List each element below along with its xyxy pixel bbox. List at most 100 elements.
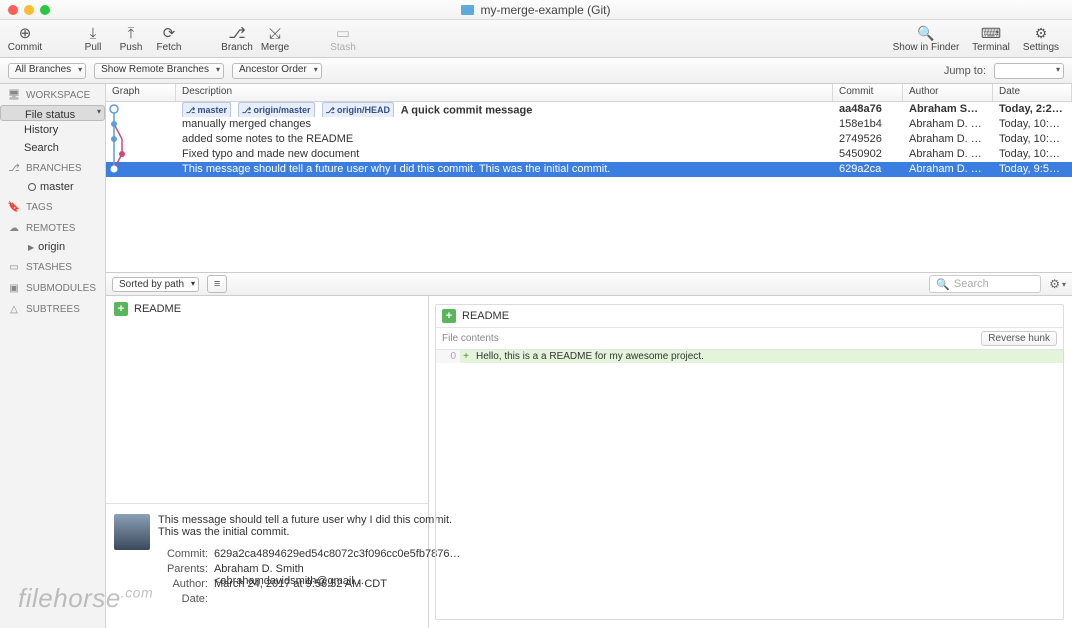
toolbar: ⊕Commit ⤓Pull ⤒Push ⟳Fetch ⎇Branch ⤩Merg…: [0, 20, 1072, 58]
sidebar-item-history[interactable]: History: [0, 121, 105, 139]
ref-tag[interactable]: master: [182, 102, 231, 117]
file-name: README: [134, 303, 181, 315]
diff-line: 0 + Hello, this is a a README for my awe…: [436, 350, 1063, 363]
diff-line-number: 0: [436, 350, 460, 363]
commit-row[interactable]: master origin/master origin/HEAD A quick…: [106, 102, 1072, 117]
diff-file-name: README: [462, 310, 509, 322]
commit-message: This message should tell a future user w…: [176, 162, 833, 177]
close-window-icon[interactable]: [8, 5, 18, 15]
added-icon: +: [442, 309, 456, 323]
remote-branches-select[interactable]: Show Remote Branches: [94, 63, 224, 79]
commit-row[interactable]: Fixed typo and made new document 5450902…: [106, 147, 1072, 162]
commit-list: master origin/master origin/HEAD A quick…: [106, 102, 1072, 272]
commit-button[interactable]: ⊕Commit: [6, 24, 44, 53]
ref-tag[interactable]: origin/HEAD: [322, 102, 394, 117]
sort-select[interactable]: Sorted by path: [112, 277, 199, 292]
label-date: Date:: [158, 593, 208, 608]
workspace-header[interactable]: 🖥WORKSPACE: [0, 84, 105, 105]
commit-graph: [106, 102, 176, 177]
commit-detail-message: This message should tell a future user w…: [158, 514, 461, 538]
fetch-button[interactable]: ⟳Fetch: [150, 24, 188, 53]
col-author[interactable]: Author: [903, 84, 993, 101]
value-commit: 629a2ca4894629ed54c8072c3f096cc0e5fb7876…: [214, 548, 461, 563]
col-date[interactable]: Date: [993, 84, 1072, 101]
commit-list-header: Graph Description Commit Author Date: [106, 84, 1072, 102]
cloud-icon: ☁: [8, 223, 20, 234]
sidebar-item-file-status[interactable]: File status: [0, 105, 105, 121]
value-author: March 24, 2017 at 9:56:52 AM CDT: [214, 578, 461, 593]
jump-to-label: Jump to:: [944, 65, 986, 77]
branches-header[interactable]: ⎇BRANCHES: [0, 157, 105, 178]
label-parents: Parents:: [158, 563, 208, 578]
sidebar-branch-master[interactable]: master: [0, 178, 105, 196]
jump-to-select[interactable]: [994, 63, 1064, 79]
commit-author: Abraham Smith <…: [903, 102, 993, 117]
commit-hash: aa48a76: [833, 102, 903, 117]
label-commit: Commit:: [158, 548, 208, 563]
commit-row-selected[interactable]: This message should tell a future user w…: [106, 162, 1072, 177]
minimize-window-icon[interactable]: [24, 5, 34, 15]
submodule-icon: ▣: [8, 283, 20, 294]
tag-icon: 🔖: [8, 202, 20, 213]
value-date: [214, 593, 461, 608]
sidebar-item-search[interactable]: Search: [0, 139, 105, 157]
filter-row: All Branches Show Remote Branches Ancest…: [0, 58, 1072, 84]
reverse-hunk-button[interactable]: Reverse hunk: [981, 331, 1057, 346]
commit-row[interactable]: manually merged changes 158e1b4Abraham D…: [106, 117, 1072, 132]
col-graph[interactable]: Graph: [106, 84, 176, 101]
show-in-finder-button[interactable]: 🔍Show in Finder: [886, 24, 966, 53]
search-icon: 🔍: [936, 278, 950, 291]
commit-row[interactable]: added some notes to the README 2749526Ab…: [106, 132, 1072, 147]
current-branch-icon: [28, 183, 36, 191]
title-bar: my-merge-example (Git): [0, 0, 1072, 20]
label-author: Author:: [158, 578, 208, 593]
branch-button[interactable]: ⎇Branch: [218, 24, 256, 53]
push-button[interactable]: ⤒Push: [112, 24, 150, 53]
search-input[interactable]: 🔍Search: [929, 275, 1041, 293]
window-title: my-merge-example (Git): [0, 3, 1072, 17]
ancestor-order-select[interactable]: Ancestor Order: [232, 63, 322, 79]
sidebar: 🖥WORKSPACE File status History Search ⎇B…: [0, 84, 106, 628]
settings-button[interactable]: ⚙Settings: [1016, 24, 1066, 53]
file-pane: + README This message should tell a futu…: [106, 296, 429, 628]
tags-header[interactable]: 🔖TAGS: [0, 196, 105, 217]
zoom-window-icon[interactable]: [40, 5, 50, 15]
submodules-header[interactable]: ▣SUBMODULES: [0, 277, 105, 298]
col-description[interactable]: Description: [176, 84, 833, 101]
diff-section-label: File contents: [442, 333, 499, 344]
col-commit[interactable]: Commit: [833, 84, 903, 101]
sidebar-remote-origin[interactable]: ▶origin: [0, 238, 105, 256]
ref-tag[interactable]: origin/master: [238, 102, 314, 117]
branches-filter-select[interactable]: All Branches: [8, 63, 86, 79]
folder-icon: [461, 5, 474, 15]
diff-line-text: Hello, this is a a README for my awesome…: [472, 350, 708, 363]
chevron-down-icon: ▾: [1062, 280, 1066, 289]
gear-icon: ⚙: [1049, 277, 1060, 291]
merge-button[interactable]: ⤩Merge: [256, 24, 294, 53]
stashes-header[interactable]: ▭STASHES: [0, 256, 105, 277]
commit-date: Today, 2:20 PM: [993, 102, 1072, 117]
subtrees-header[interactable]: △SUBTREES: [0, 298, 105, 319]
commit-message: manually merged changes: [176, 117, 833, 132]
mid-toolbar: Sorted by path ≡ 🔍Search ⚙▾: [106, 272, 1072, 296]
commit-message: Fixed typo and made new document: [176, 147, 833, 162]
commit-details: This message should tell a future user w…: [106, 503, 428, 608]
pull-button[interactable]: ⤓Pull: [74, 24, 112, 53]
plus-icon: +: [460, 350, 472, 363]
branch-icon: ⎇: [8, 163, 20, 174]
workspace-icon: 🖥: [8, 90, 20, 101]
disclosure-icon: ▶: [28, 243, 34, 252]
list-mode-button[interactable]: ≡: [207, 275, 227, 293]
file-item[interactable]: + README: [110, 300, 424, 318]
stash-icon: ▭: [8, 262, 20, 273]
window-title-text: my-merge-example (Git): [480, 3, 610, 17]
terminal-button[interactable]: ⌨Terminal: [966, 24, 1016, 53]
options-button[interactable]: ⚙▾: [1049, 277, 1066, 291]
main-pane: Graph Description Commit Author Date: [106, 84, 1072, 628]
remotes-header[interactable]: ☁REMOTES: [0, 217, 105, 238]
subtree-icon: △: [8, 304, 20, 315]
stash-button[interactable]: ▭Stash: [324, 24, 362, 53]
commit-message: added some notes to the README: [176, 132, 833, 147]
commit-message: A quick commit message: [401, 104, 533, 116]
avatar: [114, 514, 150, 550]
